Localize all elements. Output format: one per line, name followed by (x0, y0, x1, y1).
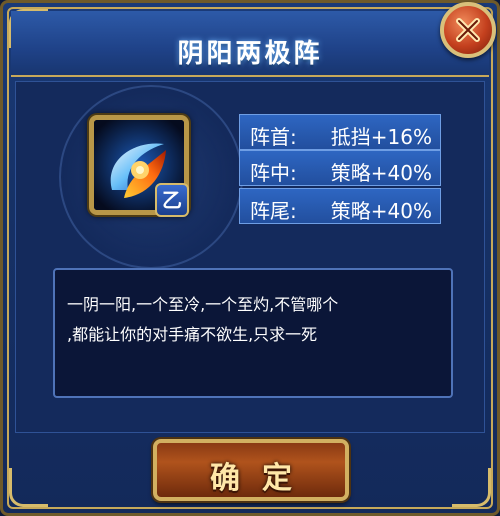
skill-grade-badge: 乙 (155, 183, 189, 217)
stat-row-front: 阵首: 抵挡+16% (239, 114, 441, 150)
description-line: 一阴一阳,一个至冷,一个至灼,不管哪个 (67, 295, 339, 314)
close-icon (456, 18, 480, 42)
stat-slot-label: 阵尾: (250, 199, 297, 223)
formation-dialog: 阴阳两极阵 乙 阵首: 抵挡+16% 阵中: 策略+40% 阵尾: 策略+40%… (0, 0, 500, 516)
ornament-corner-bottom-left (9, 468, 48, 507)
stat-row-rear: 阵尾: 策略+40% (239, 188, 441, 224)
stat-slot-label: 阵首: (250, 125, 297, 149)
stat-value: 策略+40% (330, 199, 432, 223)
confirm-button-label: 确定 (210, 461, 314, 496)
stat-value: 策略+40% (330, 161, 432, 185)
description-text: 一阴一阳,一个至冷,一个至灼,不管哪个 ,都能让你的对手痛不欲生,只求一死 (67, 290, 441, 350)
stat-slot-label: 阵中: (250, 161, 297, 185)
stat-value: 抵挡+16% (330, 125, 432, 149)
confirm-button[interactable]: 确定 (153, 439, 349, 501)
close-button[interactable] (440, 2, 496, 58)
description-box: 一阴一阳,一个至冷,一个至灼,不管哪个 ,都能让你的对手痛不欲生,只求一死 (53, 268, 453, 398)
description-line: ,都能让你的对手痛不欲生,只求一死 (67, 325, 318, 344)
dialog-title: 阴阳两极阵 (177, 39, 323, 69)
stat-row-middle: 阵中: 策略+40% (239, 150, 441, 186)
ornament-corner-bottom-right (452, 468, 491, 507)
title-bar: 阴阳两极阵 (11, 11, 489, 77)
